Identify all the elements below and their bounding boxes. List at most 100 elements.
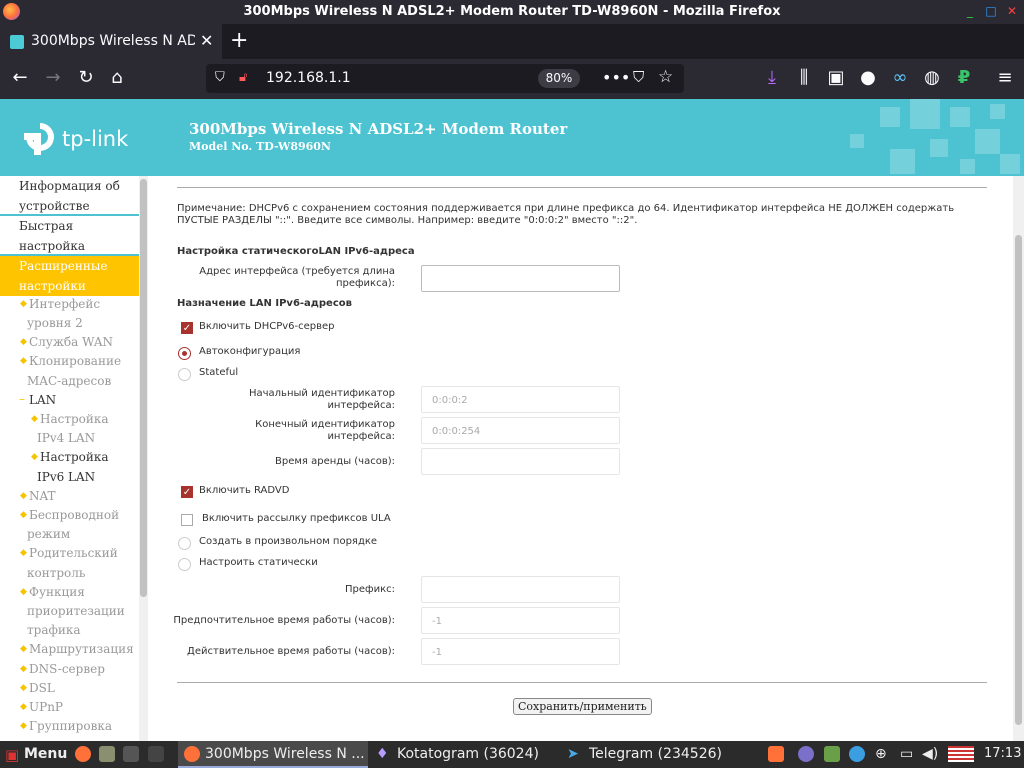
maximize-icon[interactable]: □: [984, 4, 998, 18]
sidebar-item-dns[interactable]: ◆ DNS-сервер: [20, 660, 105, 679]
sidebar-item-parental[interactable]: ◆ Родительский: [20, 544, 118, 563]
library-icon[interactable]: ⫼: [792, 67, 816, 89]
clock[interactable]: 17:13: [984, 746, 1021, 761]
tray-volume-icon[interactable]: ◀): [922, 746, 938, 762]
pocket-icon[interactable]: ⛉: [633, 68, 644, 86]
static-prefix-radio[interactable]: [178, 558, 191, 571]
tray-add-icon[interactable]: ⊕: [875, 746, 887, 762]
new-tab-button[interactable]: +: [230, 28, 248, 53]
reader-icon[interactable]: ▣: [824, 67, 848, 89]
taskbar-item-telegram[interactable]: Telegram (234526): [589, 746, 722, 762]
tab-close-icon[interactable]: ✕: [200, 31, 213, 50]
random-prefix-radio[interactable]: [178, 537, 191, 550]
ruble-icon[interactable]: ₽: [952, 67, 976, 89]
firefox-launcher-icon[interactable]: [75, 746, 91, 762]
enable-radvd-checkbox[interactable]: ✓: [181, 486, 193, 498]
home-icon[interactable]: ⌂: [105, 67, 129, 89]
extension-icon[interactable]: ∞: [888, 67, 912, 89]
stateful-label: Stateful: [199, 367, 239, 378]
enable-dhcpv6-checkbox[interactable]: ✓: [181, 322, 193, 334]
close-window-icon[interactable]: ✕: [1005, 4, 1019, 18]
sidebar-item-wireless-cont[interactable]: режим: [27, 525, 70, 544]
menu-icon[interactable]: ≡: [993, 67, 1017, 89]
reload-icon[interactable]: ↻: [74, 67, 98, 89]
end-id-input[interactable]: 0:0:0:254: [421, 417, 620, 444]
stateful-radio[interactable]: [178, 368, 191, 381]
page-scrollbar[interactable]: [1013, 176, 1024, 741]
back-icon[interactable]: ←: [8, 67, 32, 89]
tray-kotatogram-icon[interactable]: [798, 746, 814, 762]
taskbar-item-firefox[interactable]: 300Mbps Wireless N ...: [178, 741, 368, 768]
sidebar-item-ipv6-lan-cont[interactable]: IPv6 LAN: [37, 468, 95, 487]
sidebar-item-mac-clone-cont[interactable]: MAC-адресов: [27, 372, 111, 391]
bookmark-star-icon[interactable]: ☆: [658, 67, 673, 87]
tab-router[interactable]: 300Mbps Wireless N ADSL2+ Modem Router T…: [0, 24, 222, 59]
sidebar-item-upnp[interactable]: ◆ UPnP: [20, 698, 63, 717]
terminal-launcher-icon[interactable]: [123, 746, 139, 762]
tray-flag-icon[interactable]: [948, 746, 974, 762]
prefix-input[interactable]: [421, 576, 620, 603]
menu-button[interactable]: Menu: [24, 746, 67, 762]
sidebar-item-quick-setup[interactable]: Быстрая настройка: [0, 216, 139, 256]
bullet-icon: ◆: [20, 548, 27, 558]
bullet-icon: ◆: [20, 337, 27, 347]
save-apply-button[interactable]: Сохранить/применить: [513, 698, 652, 715]
download-icon[interactable]: ⤓: [760, 67, 784, 89]
sidebar-item-routing[interactable]: ◆ Маршрутизация: [20, 640, 134, 659]
sidebar-item-wan[interactable]: ◆ Служба WAN: [20, 333, 113, 352]
sidebar-item-ipv4-lan[interactable]: ◆ Настройка: [31, 410, 109, 429]
autoconfig-label: Автоконфигурация: [199, 346, 301, 357]
account-icon[interactable]: ●: [856, 67, 880, 89]
sidebar-item-wireless[interactable]: ◆ Беспроводной: [20, 506, 119, 525]
forward-icon[interactable]: →: [41, 67, 65, 89]
tplink-logo-text: tp-link: [62, 127, 129, 151]
sidebar-item-ipv4-lan-cont[interactable]: IPv4 LAN: [37, 429, 95, 448]
sidebar-item-ipv6-lan[interactable]: ◆ Настройка: [31, 448, 109, 467]
sidebar-item-dsl[interactable]: ◆ DSL: [20, 679, 55, 698]
sidebar-item-device-info[interactable]: Информация об устройстве: [0, 176, 139, 216]
page-actions-icon[interactable]: •••: [602, 68, 630, 87]
mint-menu-icon[interactable]: ▣: [5, 746, 19, 764]
ula-checkbox[interactable]: [181, 514, 193, 526]
preferred-time-input[interactable]: -1: [421, 607, 620, 634]
lan-assign-section-title: Назначение LAN IPv6-адресов: [177, 298, 352, 309]
tray-firefox-icon[interactable]: [768, 746, 784, 762]
interface-address-input[interactable]: [421, 265, 620, 292]
url-text[interactable]: 192.168.1.1: [266, 70, 351, 86]
sidebar-item-layer2-cont[interactable]: уровня 2: [27, 314, 83, 333]
taskbar-item-kotatogram[interactable]: Kotatogram (36024): [397, 746, 539, 762]
url-bar[interactable]: ⛉ 🔓︎ 192.168.1.1 80% ••• ⛉ ☆: [206, 64, 684, 93]
page-scroll-thumb[interactable]: [1015, 235, 1022, 725]
tray-shield-icon[interactable]: [824, 746, 840, 762]
valid-time-input[interactable]: -1: [421, 638, 620, 665]
sidebar-item-grouping[interactable]: ◆ Группировка: [20, 717, 112, 736]
sidebar-item-qos-cont[interactable]: приоритезации: [27, 602, 125, 621]
globe-icon[interactable]: ◍: [920, 67, 944, 89]
minimize-icon[interactable]: _: [963, 4, 977, 18]
sidebar-item-qos-cont2[interactable]: трафика: [27, 621, 81, 640]
insecure-lock-icon[interactable]: 🔓︎: [239, 70, 247, 85]
files-launcher-icon[interactable]: [99, 746, 115, 762]
sidebar-item-advanced[interactable]: Расширенные настройки: [0, 256, 139, 296]
ula-label: Включить рассылку префиксов ULA: [202, 513, 391, 524]
tplink-logo-icon: [24, 123, 54, 155]
bullet-icon: ◆: [20, 356, 27, 366]
sidebar-item-parental-cont[interactable]: контроль: [27, 564, 85, 583]
kotatogram-icon[interactable]: ♦: [376, 746, 389, 762]
sidebar-item-lan[interactable]: – LAN: [19, 391, 56, 410]
start-id-input[interactable]: 0:0:0:2: [421, 386, 620, 413]
autoconfig-radio[interactable]: [178, 347, 191, 360]
zoom-badge[interactable]: 80%: [538, 69, 580, 88]
tray-notify-icon[interactable]: ▭: [900, 746, 913, 762]
telegram-icon[interactable]: ➤: [567, 746, 579, 762]
lease-time-input[interactable]: [421, 448, 620, 475]
tracking-shield-icon[interactable]: ⛉: [215, 70, 225, 85]
media-launcher-icon[interactable]: [148, 746, 164, 762]
sidebar-item-nat[interactable]: ◆ NAT: [20, 487, 56, 506]
tray-telegram-icon[interactable]: [849, 746, 865, 762]
sidebar-item-qos[interactable]: ◆ Функция: [20, 583, 85, 602]
sidebar-item-mac-clone[interactable]: ◆ Клонирование: [20, 352, 121, 371]
sidebar-item-layer2[interactable]: ◆ Интерфейс: [20, 295, 100, 314]
bullet-icon: ◆: [20, 491, 27, 501]
sidebar-scroll-thumb[interactable]: [140, 179, 147, 597]
